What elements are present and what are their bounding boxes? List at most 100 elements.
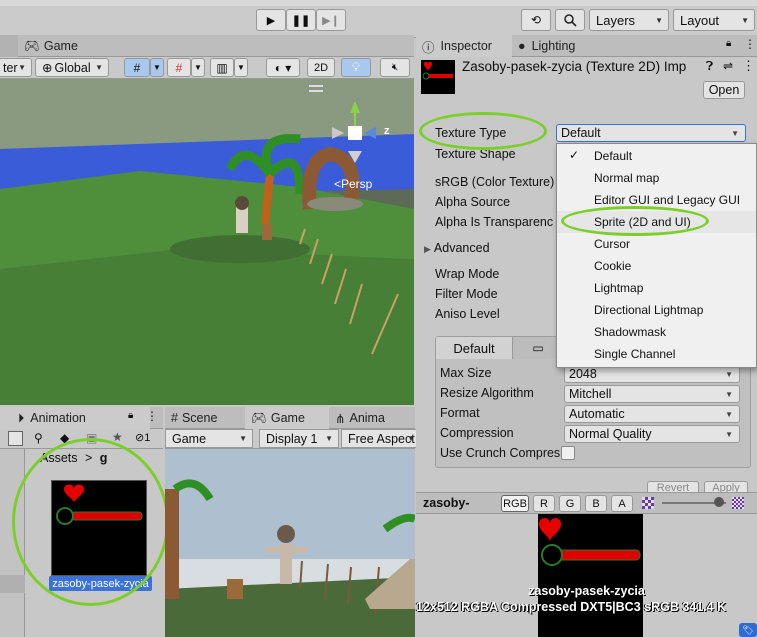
- gamepad-icon: 🎮︎: [24, 38, 40, 53]
- compression-dropdown[interactable]: Normal Quality: [564, 425, 740, 443]
- tab-scene[interactable]: # Scene: [165, 407, 245, 429]
- grid-snap-button[interactable]: #: [124, 58, 150, 77]
- search-by-type-icon[interactable]: ⚲: [34, 431, 43, 445]
- layout-dropdown[interactable]: Layout: [673, 9, 755, 31]
- tab-scene-partial[interactable]: [0, 35, 18, 57]
- increment-snap-button[interactable]: #: [167, 58, 191, 77]
- menu-item-shadowmask[interactable]: Shadowmask: [557, 321, 756, 343]
- render-mode-button[interactable]: ▥: [210, 58, 234, 77]
- mip-high-icon: [732, 497, 744, 509]
- platform-tab-default-label: Default: [453, 340, 495, 356]
- channel-rgb[interactable]: RGB: [501, 495, 529, 512]
- tag-icon[interactable]: 🏷︎: [739, 623, 757, 637]
- channel-rgb-label: RGB: [503, 497, 527, 510]
- aspect-dropdown[interactable]: Free Aspect: [341, 429, 421, 448]
- menu-item-label: Editor GUI and Legacy GUI: [594, 193, 741, 207]
- preset-icon[interactable]: ⇌: [723, 59, 733, 73]
- persp-label[interactable]: <Persp: [334, 177, 372, 191]
- lock-icon[interactable]: 🔒︎: [726, 38, 731, 49]
- texture-type-menu: ✓ Default Normal map Editor GUI and Lega…: [556, 143, 757, 368]
- asset-title: Zasoby-pasek-zycia (Texture 2D) Imp: [462, 59, 687, 74]
- menu-item-label: Cursor: [594, 237, 631, 251]
- foldout-arrow-icon: ▶: [424, 244, 431, 254]
- grid-snap-dropdown[interactable]: ▼: [150, 58, 164, 77]
- lock-icon[interactable]: 🔒︎: [128, 410, 133, 421]
- menu-item-lightmap[interactable]: Lightmap: [557, 277, 756, 299]
- advanced-foldout[interactable]: ▶ Advanced: [424, 241, 490, 255]
- channel-r-label: R: [540, 497, 548, 510]
- shading-dropdown[interactable]: ◐ ▾: [266, 58, 300, 77]
- audio-toggle[interactable]: 🔇︎: [380, 58, 410, 77]
- menu-item-label: Shadowmask: [594, 325, 667, 339]
- channel-g[interactable]: G: [559, 495, 581, 512]
- channel-r[interactable]: R: [533, 495, 555, 512]
- menu-item-directional-lightmap[interactable]: Directional Lightmap: [557, 299, 756, 321]
- snap-icon: #: [175, 60, 183, 75]
- menu-item-default[interactable]: Default: [557, 145, 756, 167]
- scene-render: [0, 79, 414, 405]
- menu-item-cursor[interactable]: Cursor: [557, 233, 756, 255]
- display-dropdown[interactable]: Display 1: [259, 429, 339, 448]
- resize-algorithm-label: Resize Algorithm: [440, 386, 534, 400]
- pause-button[interactable]: ❚❚: [286, 9, 316, 31]
- srgb-label: sRGB (Color Texture): [435, 175, 555, 189]
- monitor-icon: ▭: [532, 341, 544, 355]
- sphere-icon: ◐ ▾: [274, 60, 292, 75]
- lighting-toggle[interactable]: 💡︎: [341, 58, 371, 77]
- tab-lighting[interactable]: ● Lighting: [512, 35, 581, 57]
- pause-icon: ❚❚: [291, 14, 311, 27]
- menu-item-cookie[interactable]: Cookie: [557, 255, 756, 277]
- animator-icon: ⋔: [335, 411, 346, 426]
- hidden-packages-icon[interactable]: ⊘1: [135, 431, 150, 444]
- step-button[interactable]: ▶❙: [316, 9, 346, 31]
- increment-snap-dropdown[interactable]: ▼: [191, 58, 205, 77]
- tab-scene-label: Scene: [181, 411, 218, 425]
- menu-icon[interactable]: ⋮: [146, 409, 158, 423]
- search-button[interactable]: [555, 9, 585, 31]
- layers-dropdown[interactable]: Layers: [589, 9, 669, 31]
- format-dropdown[interactable]: Automatic: [564, 405, 740, 423]
- animation-tabbar: ⏵ Animation 🔒︎ ⋮: [0, 407, 163, 429]
- platform-tab-default[interactable]: Default: [436, 337, 513, 359]
- menu-item-normal-map[interactable]: Normal map: [557, 167, 756, 189]
- game-mode-dropdown[interactable]: Game: [165, 429, 253, 448]
- tab-game-label: Game: [43, 39, 78, 53]
- menu-item-label: Normal map: [594, 171, 660, 185]
- pivot-dropdown[interactable]: ter: [0, 58, 32, 77]
- channel-b[interactable]: B: [585, 495, 607, 512]
- tab-game-bottom-label: Game: [270, 411, 305, 425]
- menu-item-single-channel[interactable]: Single Channel: [557, 343, 756, 365]
- resize-algorithm-value: Mitchell: [569, 387, 612, 401]
- globe-icon: ⊕: [42, 61, 53, 75]
- mip-slider-thumb[interactable]: [714, 497, 724, 507]
- game-toolbar: Game Display 1 Free Aspect: [165, 429, 421, 449]
- channel-a[interactable]: A: [611, 495, 633, 512]
- tab-inspector[interactable]: ⓘ Inspector: [416, 35, 512, 57]
- open-button[interactable]: Open: [703, 81, 745, 99]
- 2d-label: 2D: [313, 61, 329, 74]
- alpha-transparency-label: Alpha Is Transparenc: [435, 215, 554, 229]
- resize-algorithm-dropdown[interactable]: Mitchell: [564, 385, 740, 403]
- game-mode-label: Game: [172, 431, 207, 446]
- tab-animator[interactable]: ⋔ Anima: [329, 407, 415, 429]
- crunch-compression-checkbox[interactable]: [561, 446, 575, 460]
- tab-animation-label: Animation: [30, 411, 86, 425]
- main-toolbar: ▶ ❚❚ ▶❙ ⟲ Layers Layout: [0, 0, 757, 38]
- menu-icon[interactable]: ⋮: [744, 37, 756, 51]
- mute-icon: 🔇︎: [391, 62, 399, 73]
- history-button[interactable]: ⟲: [521, 9, 551, 31]
- scene-viewport[interactable]: z <Persp: [0, 79, 414, 405]
- texture-type-dropdown[interactable]: Default: [556, 124, 746, 142]
- tab-game-bottom[interactable]: 🎮︎ Game: [245, 407, 329, 429]
- preview-header: zasoby- RGB R G B A: [416, 492, 757, 514]
- 2d-toggle[interactable]: 2D: [307, 58, 335, 77]
- global-dropdown[interactable]: ⊕ Global: [35, 58, 109, 77]
- settings-menu-icon[interactable]: ⋮: [742, 58, 755, 74]
- help-icon[interactable]: ❓︎: [706, 59, 713, 74]
- game-viewport[interactable]: [165, 449, 415, 637]
- render-mode-dropdown[interactable]: ▼: [234, 58, 248, 77]
- play-button[interactable]: ▶: [256, 9, 286, 31]
- collapse-icon[interactable]: [8, 431, 23, 446]
- tab-game[interactable]: 🎮︎ Game: [18, 35, 84, 57]
- folder-tree-selected[interactable]: [0, 575, 25, 593]
